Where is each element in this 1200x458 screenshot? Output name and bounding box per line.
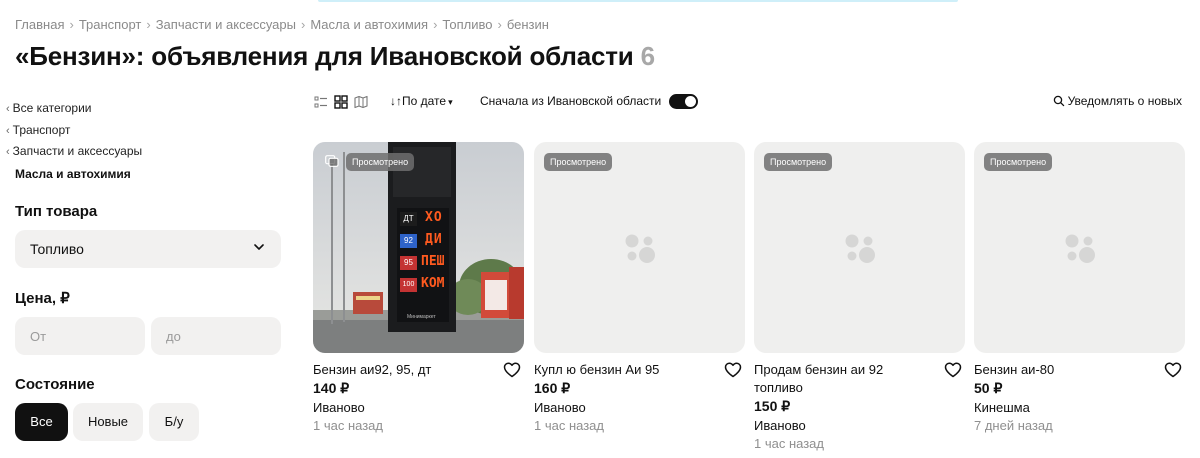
- placeholder-logo-icon: [625, 234, 655, 263]
- placeholder-logo-icon: [1065, 234, 1095, 263]
- price-filter-title: Цена, ₽: [15, 290, 70, 307]
- breadcrumb-separator: ›: [146, 17, 151, 32]
- category-label: Запчасти и аксессуары: [12, 144, 143, 158]
- led-text: ХО: [425, 210, 443, 225]
- map-view-icon[interactable]: [354, 95, 368, 109]
- chevron-down-icon: ▾: [448, 97, 453, 107]
- category-label: Транспорт: [12, 123, 71, 137]
- condition-used-button[interactable]: Б/у: [149, 403, 199, 441]
- listing-photo-placeholder[interactable]: Просмотрено: [974, 142, 1185, 353]
- listing-title[interactable]: Бензин аи92, 95, дт: [313, 361, 493, 379]
- viewed-badge: Просмотрено: [984, 153, 1053, 171]
- heart-icon[interactable]: [724, 361, 742, 379]
- price-to-input[interactable]: до: [151, 317, 281, 355]
- listing-photo-placeholder[interactable]: Просмотрено: [534, 142, 745, 353]
- breadcrumb-oils[interactable]: Масла и автохимия: [310, 17, 428, 32]
- page-title-text: «Бензин»: объявления для Ивановской обла…: [15, 41, 634, 71]
- viewed-badge: Просмотрено: [764, 153, 833, 171]
- listing-city: Иваново: [534, 400, 586, 415]
- led-text: ДИ: [425, 232, 443, 247]
- sort-label: По дате: [402, 94, 447, 108]
- sign-footer: Минимаркет: [407, 314, 436, 320]
- regional-first-toggle[interactable]: [669, 94, 698, 109]
- placeholder-logo-icon: [845, 234, 875, 263]
- chevron-left-icon: ‹: [6, 146, 10, 158]
- listing-time: 1 час назад: [534, 418, 604, 433]
- notify-button[interactable]: Уведомлять о новых: [1053, 94, 1182, 108]
- regional-first-label: Сначала из Ивановской области: [480, 94, 662, 108]
- led-text: ПЕШ: [421, 254, 445, 269]
- chevron-down-icon: [254, 244, 264, 250]
- fuel-grade: 92: [400, 234, 417, 248]
- fuel-grade: ДТ: [400, 212, 417, 226]
- price-from-placeholder: От: [30, 329, 47, 344]
- results-count: 6: [640, 41, 655, 71]
- heart-icon[interactable]: [503, 361, 521, 379]
- breadcrumb-parts[interactable]: Запчасти и аксессуары: [156, 17, 296, 32]
- category-link-transport[interactable]: ‹ Транспорт: [6, 123, 70, 137]
- notify-label: Уведомлять о новых: [1067, 94, 1182, 108]
- type-select[interactable]: Топливо: [15, 230, 281, 268]
- listing-price: 160 ₽: [534, 380, 571, 396]
- listing-city: Иваново: [313, 400, 365, 415]
- condition-all-button[interactable]: Все: [15, 403, 68, 441]
- listing-city: Иваново: [754, 418, 806, 433]
- breadcrumb-separator: ›: [300, 17, 306, 32]
- chevron-left-icon: ‹: [6, 103, 10, 115]
- search-bell-icon: [1053, 95, 1064, 107]
- list-view-icon[interactable]: [314, 95, 328, 109]
- price-from-input[interactable]: От: [15, 317, 145, 355]
- led-text: КОМ: [421, 276, 445, 291]
- listing-city: Кинешма: [974, 400, 1030, 415]
- category-link-parts[interactable]: ‹ Запчасти и аксессуары: [6, 144, 142, 158]
- grid-view-icon[interactable]: [334, 95, 348, 109]
- listing-time: 1 час назад: [313, 418, 383, 433]
- sort-dropdown[interactable]: ↓↑По дате ▾: [390, 94, 453, 108]
- results-toolbar: ↓↑По дате ▾ Сначала из Ивановской области…: [312, 92, 1182, 112]
- condition-new-button[interactable]: Новые: [73, 403, 143, 441]
- listing-title[interactable]: Бензин аи-80: [974, 361, 1154, 379]
- listing-price: 140 ₽: [313, 380, 350, 396]
- breadcrumb-transport[interactable]: Транспорт: [79, 17, 142, 32]
- viewed-badge: Просмотрено: [346, 153, 415, 171]
- top-banner-edge: [318, 0, 958, 2]
- listing-price: 150 ₽: [754, 398, 791, 414]
- breadcrumb-current: бензин: [506, 17, 549, 32]
- listing-title[interactable]: Купл ю бензин Аи 95: [534, 361, 714, 379]
- breadcrumb-separator: ›: [433, 17, 438, 32]
- breadcrumb-fuel[interactable]: Топливо: [442, 17, 492, 32]
- type-filter-title: Тип товара: [15, 203, 98, 220]
- toggle-knob: [685, 96, 696, 107]
- category-link-all[interactable]: ‹ Все категории: [6, 101, 92, 115]
- listing-title[interactable]: Продам бензин аи 92 топливо: [754, 361, 934, 397]
- gallery-icon: [325, 155, 339, 167]
- viewed-badge: Просмотрено: [544, 153, 613, 171]
- breadcrumb-separator: ›: [69, 17, 74, 32]
- fuel-grade: 95: [400, 256, 417, 270]
- price-to-placeholder: до: [166, 329, 181, 344]
- breadcrumb: Главная › Транспорт › Запчасти и аксессуары ›…: [15, 17, 549, 32]
- current-category: Масла и автохимия: [15, 167, 131, 181]
- listing-time: 1 час назад: [754, 436, 824, 451]
- condition-filter-title: Состояние: [15, 376, 95, 393]
- listing-photo-placeholder[interactable]: Просмотрено: [754, 142, 965, 353]
- type-select-value: Топливо: [30, 241, 84, 257]
- breadcrumb-home[interactable]: Главная: [15, 17, 64, 32]
- listing-price: 50 ₽: [974, 380, 1003, 396]
- listing-time: 7 дней назад: [974, 418, 1053, 433]
- heart-icon[interactable]: [1164, 361, 1182, 379]
- heart-icon[interactable]: [944, 361, 962, 379]
- breadcrumb-separator: ›: [497, 17, 502, 32]
- category-label: Все категории: [12, 101, 92, 115]
- page-title: «Бензин»: объявления для Ивановской обла…: [15, 41, 655, 72]
- listing-photo[interactable]: ДТ ХО 92 ДИ 95 ПЕШ 100 КОМ Минимаркет Пр…: [313, 142, 524, 353]
- chevron-left-icon: ‹: [6, 125, 10, 137]
- sort-icon: ↓↑: [390, 94, 402, 108]
- fuel-station-photo: [313, 142, 524, 353]
- fuel-grade: 100: [400, 278, 417, 292]
